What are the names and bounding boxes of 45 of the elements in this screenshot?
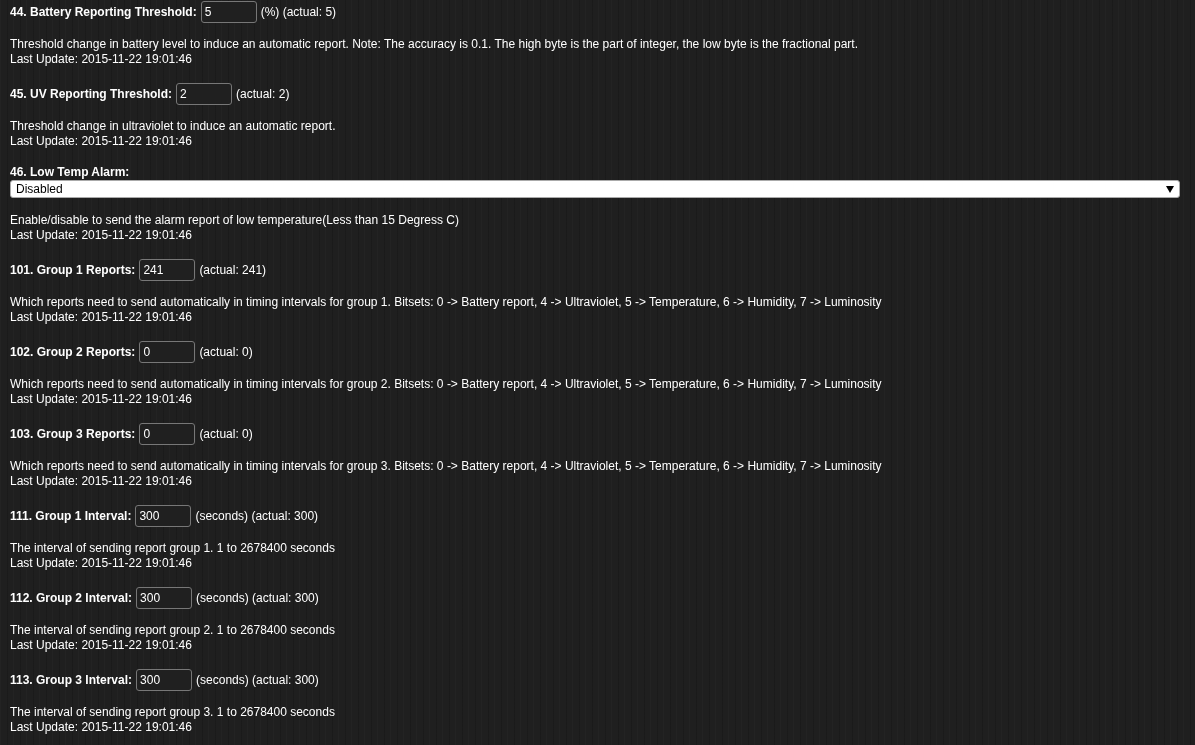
last-update: Last Update: 2015-11-22 19:01:46 <box>10 52 193 67</box>
parameter-label: 44. Battery Reporting Threshold: <box>10 5 197 19</box>
description: Which reports need to send automatically in timing intervals for group 3. Bitsets: 0 -> Battery report, 4 -> Ultraviolet, 5 -> Temperature, 6 -> Humidity, 7 -> Luminosity <box>10 459 883 474</box>
actual-value: (actual: 241) <box>199 263 267 277</box>
last-update: Last Update: 2015-11-22 19:01:46 <box>10 720 193 735</box>
description: The interval of sending report group 2. 1 to 2678400 seconds <box>10 623 336 638</box>
description: Threshold change in battery level to induce an automatic report. Note: The accuracy is 0.1. The high byte is the part of integer, the low byte is the fractional part. <box>10 37 860 52</box>
parameter-label: 103. Group 3 Reports: <box>10 427 136 441</box>
last-update: Last Update: 2015-11-22 19:01:46 <box>10 228 193 243</box>
description: The interval of sending report group 3. 1 to 2678400 seconds <box>10 705 336 720</box>
input-field[interactable]: 300 <box>135 505 192 527</box>
input-field[interactable]: 0 <box>139 341 196 363</box>
actual-value: (actual: 2) <box>236 87 290 101</box>
actual-value: (seconds) (actual: 300) <box>196 673 319 687</box>
parameter-label: 113. Group 3 Interval: <box>10 673 133 687</box>
parameter-label: 101. Group 1 Reports: <box>10 263 136 277</box>
input-field[interactable]: 0 <box>139 423 196 445</box>
actual-value: (%) (actual: 5) <box>260 5 337 19</box>
description: Enable/disable to send the alarm report of low temperature(Less than 15 Degress C) <box>10 213 460 228</box>
last-update: Last Update: 2015-11-22 19:01:46 <box>10 638 193 653</box>
last-update: Last Update: 2015-11-22 19:01:46 <box>10 556 193 571</box>
last-update: Last Update: 2015-11-22 19:01:46 <box>10 392 193 407</box>
input-field[interactable]: 2 <box>176 83 232 105</box>
dropdown[interactable]: Disabled <box>10 180 1180 198</box>
actual-value: (seconds) (actual: 300) <box>196 591 319 605</box>
input-field[interactable]: 300 <box>136 587 193 609</box>
input-field[interactable]: 5 <box>200 1 257 23</box>
description: The interval of sending report group 1. 1 to 2678400 seconds <box>10 541 336 556</box>
parameter-label: 102. Group 2 Reports: <box>10 345 136 359</box>
description: Which reports need to send automatically in timing intervals for group 1. Bitsets: 0 -> Battery report, 4 -> Ultraviolet, 5 -> Temperature, 6 -> Humidity, 7 -> Luminosity <box>10 295 883 310</box>
description: Which reports need to send automatically in timing intervals for group 2. Bitsets: 0 -> Battery report, 4 -> Ultraviolet, 5 -> Temperature, 6 -> Humidity, 7 -> Luminosity <box>10 377 883 392</box>
dropdown-arrow-icon <box>1166 185 1174 193</box>
last-update: Last Update: 2015-11-22 19:01:46 <box>10 310 193 325</box>
actual-value: (seconds) (actual: 300) <box>195 509 319 523</box>
parameter-label: 45. UV Reporting Threshold: <box>10 87 172 101</box>
parameter-label: 111. Group 1 Interval: <box>10 509 132 523</box>
parameter-label: 46. Low Temp Alarm: <box>10 164 131 180</box>
input-field[interactable]: 300 <box>136 669 193 691</box>
last-update: Last Update: 2015-11-22 19:01:46 <box>10 134 193 149</box>
actual-value: (actual: 0) <box>199 427 253 441</box>
actual-value: (actual: 0) <box>199 345 253 359</box>
description: Threshold change in ultraviolet to induce an automatic report. <box>10 119 337 134</box>
input-field[interactable]: 241 <box>139 259 196 281</box>
parameter-label: 112. Group 2 Interval: <box>10 591 133 605</box>
last-update: Last Update: 2015-11-22 19:01:46 <box>10 474 193 489</box>
